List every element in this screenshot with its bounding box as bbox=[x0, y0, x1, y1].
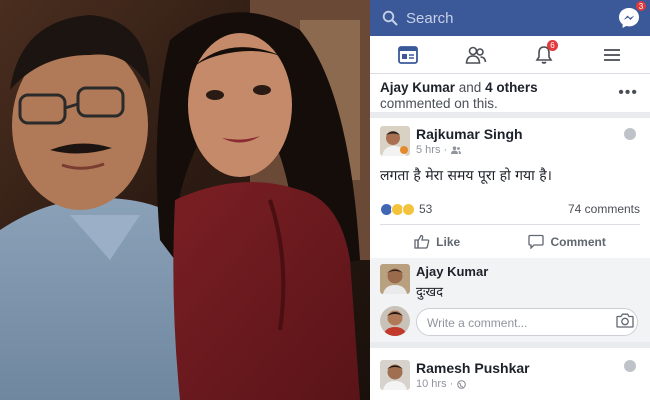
public-globe-icon bbox=[457, 379, 467, 389]
meta-separator: · bbox=[446, 378, 454, 390]
like-button[interactable]: Like bbox=[414, 234, 460, 249]
comments-section: Ajay Kumar दुःखद Write a comment... bbox=[370, 258, 650, 342]
activity-others[interactable]: 4 others bbox=[485, 80, 538, 95]
activity-suffix: commented on this. bbox=[380, 96, 498, 111]
avatar bbox=[380, 306, 410, 336]
friends-icon bbox=[465, 46, 487, 64]
avatar[interactable] bbox=[380, 264, 410, 294]
messenger-badge: 3 bbox=[635, 0, 647, 12]
avatar[interactable] bbox=[380, 360, 410, 390]
reactions-summary[interactable]: 53 bbox=[380, 202, 432, 216]
comment-author-name[interactable]: Ajay Kumar bbox=[416, 264, 488, 279]
comment-input-placeholder: Write a comment... bbox=[427, 316, 528, 330]
haha-reaction-icon bbox=[402, 202, 415, 216]
tab-news-feed[interactable] bbox=[388, 40, 428, 70]
post-counts: 53 74 comments bbox=[370, 198, 650, 220]
avatar-image bbox=[380, 360, 410, 390]
activity-header: Ajay Kumar and 4 others commented on thi… bbox=[370, 74, 650, 118]
comment-item: Ajay Kumar दुःखद bbox=[370, 264, 650, 304]
post-options-icon[interactable] bbox=[624, 360, 636, 372]
camera-icon[interactable] bbox=[616, 313, 634, 328]
messenger-button[interactable]: 3 bbox=[616, 0, 647, 31]
tab-friends[interactable] bbox=[456, 40, 496, 70]
news-feed-icon bbox=[398, 45, 418, 64]
reaction-count: 53 bbox=[419, 202, 433, 216]
nav-bar: 6 bbox=[370, 36, 650, 74]
post-time[interactable]: 10 hrs bbox=[416, 378, 447, 390]
avatar-image bbox=[380, 306, 410, 336]
post-time[interactable]: 5 hrs bbox=[416, 144, 440, 156]
post-actions: Like Comment bbox=[380, 224, 640, 258]
comment-composer: Write a comment... bbox=[370, 304, 650, 340]
post-text: लगता है मेरा समय पूरा हो गया है। bbox=[380, 168, 552, 184]
next-post: Ramesh Pushkar 10 hrs · bbox=[370, 342, 650, 400]
search-placeholder: Search bbox=[406, 9, 454, 27]
activity-actor[interactable]: Ajay Kumar bbox=[380, 80, 455, 95]
avatar-image bbox=[380, 264, 410, 294]
tab-menu[interactable] bbox=[592, 40, 632, 70]
post-author-name[interactable]: Ramesh Pushkar bbox=[416, 360, 530, 376]
tab-notifications[interactable]: 6 bbox=[524, 39, 564, 70]
comment-icon bbox=[528, 234, 545, 249]
avatar[interactable] bbox=[380, 126, 410, 156]
news-photo bbox=[0, 0, 370, 400]
meta-separator: · bbox=[440, 144, 448, 156]
menu-icon bbox=[604, 48, 620, 61]
activity-connector: and bbox=[455, 80, 486, 95]
like-label: Like bbox=[436, 234, 461, 249]
thumbs-up-icon bbox=[414, 234, 430, 249]
facebook-feed: Search 3 6 Ajay Kumar and 4 others comme… bbox=[370, 0, 650, 400]
post-meta: 10 hrs · bbox=[416, 378, 467, 390]
comment-text: दुःखद bbox=[416, 285, 444, 300]
photo-illustration bbox=[0, 0, 370, 400]
activity-text: Ajay Kumar and 4 others commented on thi… bbox=[380, 80, 610, 112]
more-options-button[interactable]: ••• bbox=[618, 84, 638, 102]
search-box[interactable]: Search bbox=[382, 5, 616, 31]
top-bar: Search 3 bbox=[370, 0, 650, 36]
comment-label: Comment bbox=[550, 234, 606, 249]
comment-button[interactable]: Comment bbox=[528, 234, 606, 249]
post-author-name[interactable]: Rajkumar Singh bbox=[416, 126, 523, 142]
post-options-icon[interactable] bbox=[624, 128, 636, 140]
post-header: Rajkumar Singh 5 hrs · bbox=[370, 118, 650, 160]
comment-input[interactable]: Write a comment... bbox=[416, 308, 638, 336]
comment-count[interactable]: 74 comments bbox=[568, 202, 640, 216]
notifications-badge: 6 bbox=[547, 39, 558, 51]
avatar-image bbox=[380, 126, 410, 156]
post-meta: 5 hrs · bbox=[416, 144, 462, 156]
search-icon bbox=[382, 10, 398, 26]
friends-audience-icon bbox=[451, 146, 462, 154]
